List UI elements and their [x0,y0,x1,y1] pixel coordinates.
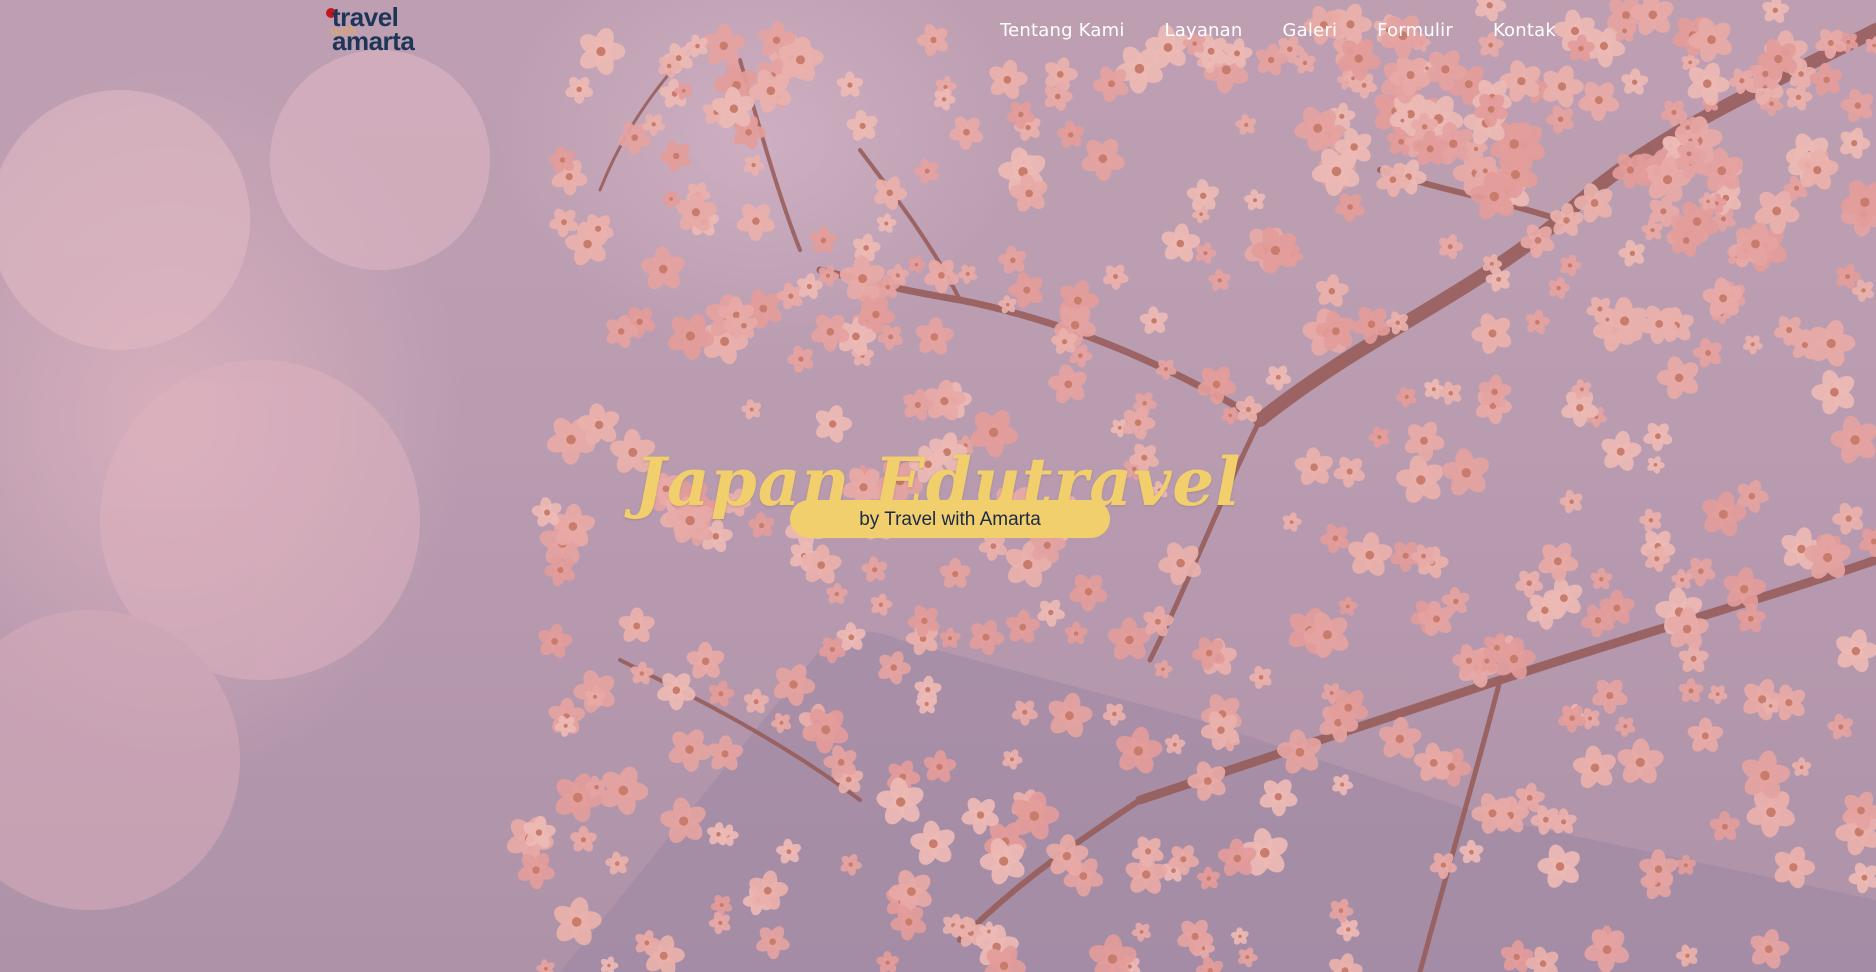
nav-tentang-kami[interactable]: Tentang Kami [1000,20,1125,41]
nav-layanan[interactable]: Layanan [1165,20,1243,41]
logo-word-amarta: amarta [332,26,415,56]
nav-formulir[interactable]: Formulir [1377,20,1453,41]
travel-with-amarta-logo[interactable]: travel with amarta [326,2,436,56]
top-navigation-bar: travel with amarta Tentang Kami Layanan … [0,0,1876,64]
main-nav: Tentang Kami Layanan Galeri Formulir Kon… [1000,20,1556,41]
nav-galeri[interactable]: Galeri [1283,20,1338,41]
hero-cta-button[interactable]: by Travel with Amarta [790,500,1110,538]
nav-kontak[interactable]: Kontak [1493,20,1556,41]
